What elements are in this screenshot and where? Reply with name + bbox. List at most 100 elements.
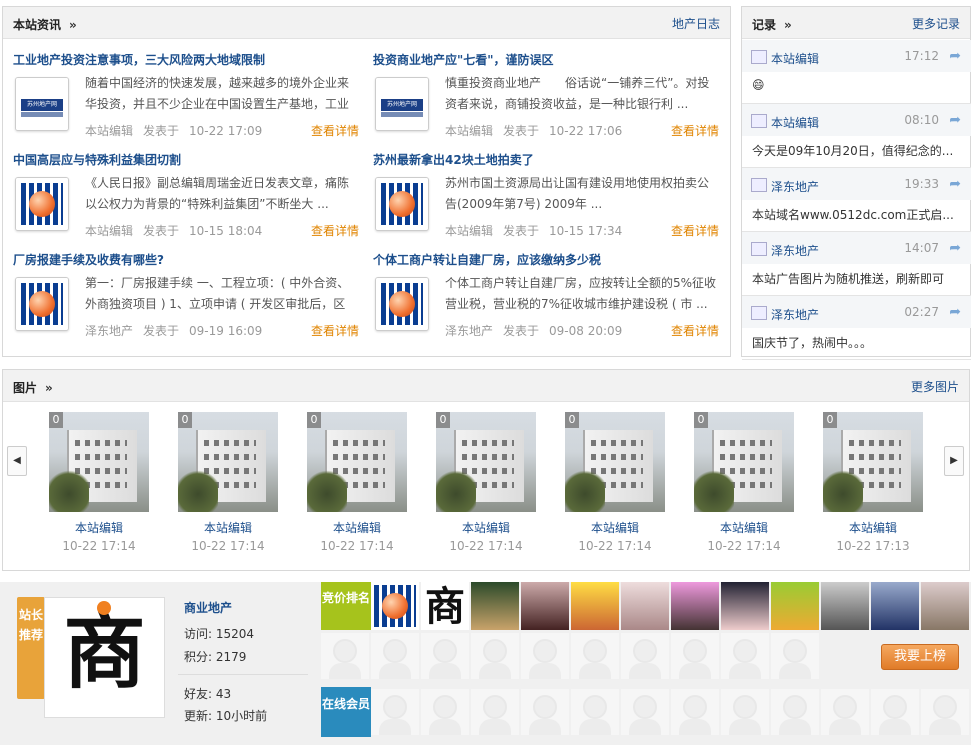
- news-date: 10-15 17:34: [549, 224, 623, 238]
- news-title-link[interactable]: 中国高层应与特殊利益集团切割: [13, 151, 363, 168]
- view-detail-link[interactable]: 查看详情: [671, 122, 719, 139]
- user-avatar-icon[interactable]: [751, 306, 767, 320]
- news-thumb[interactable]: [375, 277, 429, 331]
- photo-user[interactable]: 本站编辑: [436, 519, 536, 536]
- user-avatar-icon[interactable]: [751, 114, 767, 128]
- view-detail-link[interactable]: 查看详情: [311, 322, 359, 339]
- record-body[interactable]: 😄: [752, 78, 964, 92]
- photo-thumb[interactable]: 0: [49, 412, 149, 512]
- photo-thumb[interactable]: 0: [436, 412, 536, 512]
- user-avatar-icon[interactable]: [751, 50, 767, 64]
- record-user[interactable]: 泽东地产: [771, 242, 819, 259]
- tree-shape: [694, 467, 734, 512]
- news-title-link[interactable]: 投资商业地产应"七看"，谨防误区: [373, 51, 723, 68]
- news-thumb[interactable]: [15, 277, 69, 331]
- photo-thumb[interactable]: 0: [823, 412, 923, 512]
- news-meta: 泽东地产 发表于 09-08 20:09: [445, 322, 632, 339]
- photo-thumb[interactable]: 0: [307, 412, 407, 512]
- pics-panel-title[interactable]: 图片»: [13, 379, 53, 396]
- news-title-link[interactable]: 工业地产投资注意事项，三大风险两大地域限制: [13, 51, 363, 68]
- record-item: 泽东地产 14:07 ➦ 本站广告图片为随机推送，刷新即可: [742, 232, 971, 296]
- news-thumb[interactable]: 苏州地产网: [15, 77, 69, 131]
- logo-text: 苏州地产网: [21, 99, 63, 111]
- photo-user[interactable]: 本站编辑: [49, 519, 149, 536]
- photo-thumb[interactable]: 0: [178, 412, 278, 512]
- building-windows: [333, 440, 385, 446]
- placeholder-avatar-icon: [521, 633, 569, 679]
- news-posted-label: 发表于: [503, 324, 540, 338]
- more-pics-link[interactable]: 更多图片: [911, 378, 959, 395]
- ranking-avatar[interactable]: [771, 582, 819, 630]
- user-avatar-icon[interactable]: [751, 242, 767, 256]
- recommend-name[interactable]: 商业地产: [184, 599, 232, 616]
- photo-user[interactable]: 本站编辑: [565, 519, 665, 536]
- news-author[interactable]: 泽东地产: [85, 324, 133, 338]
- more-records-link[interactable]: 更多记录: [912, 15, 960, 32]
- news-panel-title[interactable]: 本站资讯»: [13, 16, 77, 33]
- news-author[interactable]: 本站编辑: [85, 224, 133, 238]
- record-body[interactable]: 本站广告图片为随机推送，刷新即可: [752, 270, 964, 287]
- face-head: [633, 695, 657, 719]
- news-author[interactable]: 本站编辑: [445, 124, 493, 138]
- record-body[interactable]: 今天是09年10月20日，值得纪念的...: [752, 142, 964, 159]
- record-user[interactable]: 本站编辑: [771, 114, 819, 131]
- photo-user[interactable]: 本站编辑: [178, 519, 278, 536]
- ranking-avatar[interactable]: [371, 582, 419, 630]
- building-windows: [849, 440, 901, 446]
- forward-icon[interactable]: ➦: [949, 240, 961, 256]
- news-author[interactable]: 泽东地产: [445, 324, 493, 338]
- view-detail-link[interactable]: 查看详情: [671, 222, 719, 239]
- ranking-avatar[interactable]: [871, 582, 919, 630]
- face-head: [333, 639, 357, 663]
- photo-user[interactable]: 本站编辑: [823, 519, 923, 536]
- prev-arrow-button[interactable]: ◀: [7, 446, 27, 476]
- face-body: [729, 719, 761, 735]
- record-body[interactable]: 国庆节了，热闹中。。。: [752, 334, 964, 351]
- forward-icon[interactable]: ➦: [949, 112, 961, 128]
- next-arrow-button[interactable]: ▶: [944, 446, 964, 476]
- news-title-link[interactable]: 苏州最新拿出42块土地拍卖了: [373, 151, 723, 168]
- ranking-avatar[interactable]: [621, 582, 669, 630]
- view-detail-link[interactable]: 查看详情: [311, 222, 359, 239]
- photo-thumb[interactable]: 0: [565, 412, 665, 512]
- view-detail-link[interactable]: 查看详情: [311, 122, 359, 139]
- news-author[interactable]: 本站编辑: [85, 124, 133, 138]
- record-user[interactable]: 泽东地产: [771, 306, 819, 323]
- ranking-avatar[interactable]: [471, 582, 519, 630]
- ranking-avatar[interactable]: [571, 582, 619, 630]
- estate-log-link[interactable]: 地产日志: [672, 15, 720, 32]
- recommend-avatar[interactable]: 商: [44, 597, 165, 718]
- face-head: [933, 695, 957, 719]
- record-user[interactable]: 本站编辑: [771, 50, 819, 67]
- news-thumb[interactable]: [15, 177, 69, 231]
- face-body: [529, 663, 561, 679]
- record-user[interactable]: 泽东地产: [771, 178, 819, 195]
- record-item: 本站编辑 08:10 ➦ 今天是09年10月20日，值得纪念的...: [742, 104, 971, 168]
- face-head: [733, 639, 757, 663]
- placeholder-avatar-icon: [721, 633, 769, 679]
- news-thumb[interactable]: 苏州地产网: [375, 77, 429, 131]
- photo-thumb[interactable]: 0: [694, 412, 794, 512]
- news-thumb[interactable]: [375, 177, 429, 231]
- ranking-avatar[interactable]: [521, 582, 569, 630]
- news-author[interactable]: 本站编辑: [445, 224, 493, 238]
- news-title-link[interactable]: 厂房报建手续及收费有哪些?: [13, 251, 363, 268]
- news-title-link[interactable]: 个体工商户转让自建厂房，应该缴纳多少税: [373, 251, 723, 268]
- ranking-avatar[interactable]: [671, 582, 719, 630]
- user-avatar-icon[interactable]: [751, 178, 767, 192]
- record-panel-title[interactable]: 记录»: [752, 16, 792, 33]
- view-detail-link[interactable]: 查看详情: [671, 322, 719, 339]
- ranking-avatar[interactable]: [821, 582, 869, 630]
- record-body[interactable]: 本站域名www.0512dc.com正式启...: [752, 206, 964, 223]
- forward-icon[interactable]: ➦: [949, 176, 961, 192]
- forward-icon[interactable]: ➦: [949, 48, 961, 64]
- ranking-avatar[interactable]: [921, 582, 969, 630]
- join-ranking-button[interactable]: 我要上榜: [881, 644, 959, 670]
- ranking-avatar[interactable]: [721, 582, 769, 630]
- ranking-avatar[interactable]: 商: [421, 582, 469, 630]
- building-windows: [591, 440, 643, 446]
- forward-icon[interactable]: ➦: [949, 304, 961, 320]
- news-date: 09-08 20:09: [549, 324, 623, 338]
- photo-user[interactable]: 本站编辑: [694, 519, 794, 536]
- photo-user[interactable]: 本站编辑: [307, 519, 407, 536]
